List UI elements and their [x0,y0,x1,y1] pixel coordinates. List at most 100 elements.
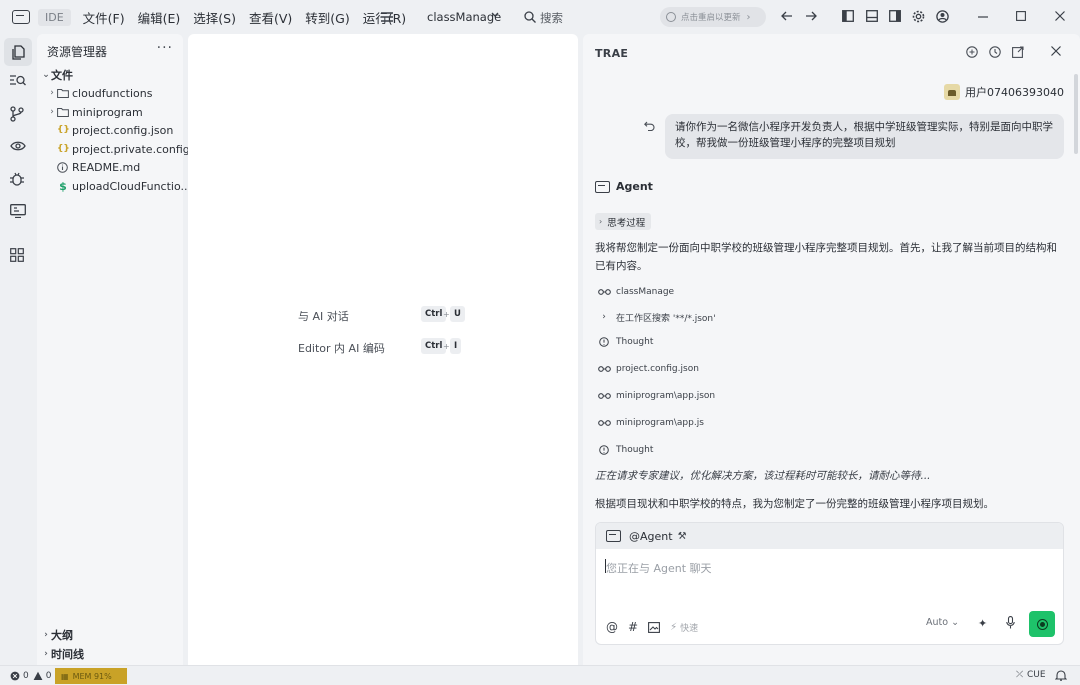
ide-badge[interactable]: IDE [38,8,71,26]
close-panel-icon[interactable] [1051,46,1061,56]
menu-selection[interactable]: 选择(S) [193,8,236,27]
timeline-section[interactable]: › 时间线 [41,645,84,663]
update-label: 点击重启以更新 [681,13,741,23]
step-item[interactable]: miniprogram\app.js [597,416,704,430]
fast-mode-toggle[interactable]: 快速 [680,621,698,634]
tree-item-label: cloudfunctions [72,86,153,100]
glasses-icon [597,289,611,295]
notification-bell-icon[interactable] [1055,670,1067,681]
chat-input[interactable]: 您正在与 Agent 聊天 [606,560,712,576]
close-window-icon[interactable] [1055,11,1065,21]
history-icon[interactable] [989,46,1001,58]
warning-icon[interactable] [33,671,43,681]
memory-badge[interactable]: ▦ MEM 91% [55,668,127,684]
toggle-panel-icon[interactable] [866,10,878,22]
microphone-icon[interactable] [1006,616,1015,629]
folder-icon [57,108,69,117]
step-item[interactable]: Thought [597,443,653,457]
kbd-plus: + [443,342,450,351]
send-button[interactable] [1029,611,1055,637]
thinking-toggle[interactable]: › 思考过程 [595,213,652,230]
agent-mention[interactable]: @Agent [629,530,673,543]
chat-title: TRAE [595,47,629,60]
chat-scrollbar[interactable] [1074,74,1078,154]
step-label: Thought [616,337,654,347]
error-icon[interactable] [10,671,20,681]
step-label: classManage [616,287,675,297]
hash-context-icon[interactable]: # [628,620,638,634]
new-chat-icon[interactable] [966,46,978,58]
explorer-panel: 资源管理器 ··· ⌄ 文件 › cloudfunctions › minipr… [37,34,200,665]
update-button[interactable]: 点击重启以更新 › [660,7,766,27]
step-item[interactable]: classManage [597,285,674,299]
menu-edit[interactable]: 编辑(E) [138,8,181,27]
model-selector[interactable]: Auto ⌄ [926,617,959,628]
image-upload-icon[interactable] [648,621,661,633]
chevron-right-icon: › [50,107,54,117]
kbd-plus: + [443,310,450,319]
thinking-label: 思考过程 [607,217,646,229]
model-label: Auto [926,617,949,628]
stop-record-icon [1036,618,1048,630]
outline-label: 大纲 [51,629,73,642]
preview-eye-icon[interactable] [10,140,26,152]
cue-status[interactable]: CUE [1027,670,1046,680]
tree-item[interactable]: {} project.private.config... [47,140,200,158]
search-files-icon[interactable] [10,74,26,88]
search-box[interactable]: 搜索 [540,10,563,26]
account-icon[interactable] [936,10,949,23]
tree-item[interactable]: {} project.config.json [47,121,173,139]
agent-name: Agent [616,180,653,193]
step-label: miniprogram\app.json [616,391,716,401]
source-control-icon[interactable] [10,106,24,122]
open-external-icon[interactable] [1012,46,1024,58]
activity-explorer[interactable] [4,38,32,66]
chevron-down-icon[interactable] [491,12,499,18]
back-arrow-icon[interactable] [781,10,793,22]
undo-icon[interactable] [644,121,655,131]
toggle-sidebar-icon[interactable] [842,10,854,22]
maximize-icon[interactable] [1016,11,1026,21]
tree-root-files[interactable]: ⌄ 文件 [41,66,73,84]
tree-item[interactable]: README.md [47,158,140,176]
thought-icon [599,445,609,455]
extensions-grid-icon[interactable] [10,248,24,262]
step-item[interactable]: Thought [597,335,653,349]
forward-arrow-icon[interactable] [805,10,817,22]
chevron-right-icon: › [44,649,48,659]
warning-count[interactable]: 0 [46,671,52,681]
glasses-icon [597,366,611,372]
menu-view[interactable]: 查看(V) [249,8,292,27]
more-actions-icon[interactable]: ··· [157,40,173,56]
outline-section[interactable]: › 大纲 [41,626,73,644]
debug-bug-icon[interactable] [10,171,24,187]
agent-summary: 根据项目现状和中职学校的特点，我为您制定了一份完整的班级管理小程序项目规划。 [595,498,994,510]
tree-item[interactable]: › cloudfunctions [47,84,152,102]
step-label: miniprogram\app.js [616,418,704,428]
tree-item[interactable]: › miniprogram [47,103,143,121]
chevron-right-icon: › [44,630,48,640]
menu-file[interactable]: 文件(F) [83,8,125,27]
minimize-icon[interactable] [978,16,988,18]
settings-gear-icon[interactable] [912,10,925,23]
remote-display-icon[interactable] [10,204,26,218]
tree-item-label: project.private.config... [72,142,201,156]
hamburger-icon[interactable] [381,12,393,22]
waiting-message: 正在请求专家建议，优化解决方案，该过程耗时可能较长，请耐心等待... [595,470,931,482]
mention-at-icon[interactable]: @ [606,620,618,634]
step-item[interactable]: project.config.json [597,362,699,376]
step-item[interactable]: miniprogram\app.json [597,389,715,403]
files-icon [12,45,25,60]
app-logo-icon [12,10,30,24]
search-icon[interactable] [524,11,536,23]
error-count[interactable]: 0 [23,671,29,681]
user-message: 请你作为一名微信小程序开发负责人，根据中学班级管理实际，特别是面向中职学校，帮我… [665,114,1064,159]
toggle-aux-bar-icon[interactable] [889,10,901,22]
chevron-right-icon: › [50,88,54,98]
tree-item[interactable]: $ uploadCloudFunctio... [47,177,191,195]
hint-inline-label: Editor 内 AI 编码 [298,342,385,355]
sparkle-enhance-icon[interactable]: ✦ [978,617,987,630]
menu-go[interactable]: 转到(G) [305,8,349,27]
step-item[interactable]: › 在工作区搜索 '**/*.json' [597,310,715,324]
agent-settings-icon[interactable]: ⚒ [678,531,687,542]
